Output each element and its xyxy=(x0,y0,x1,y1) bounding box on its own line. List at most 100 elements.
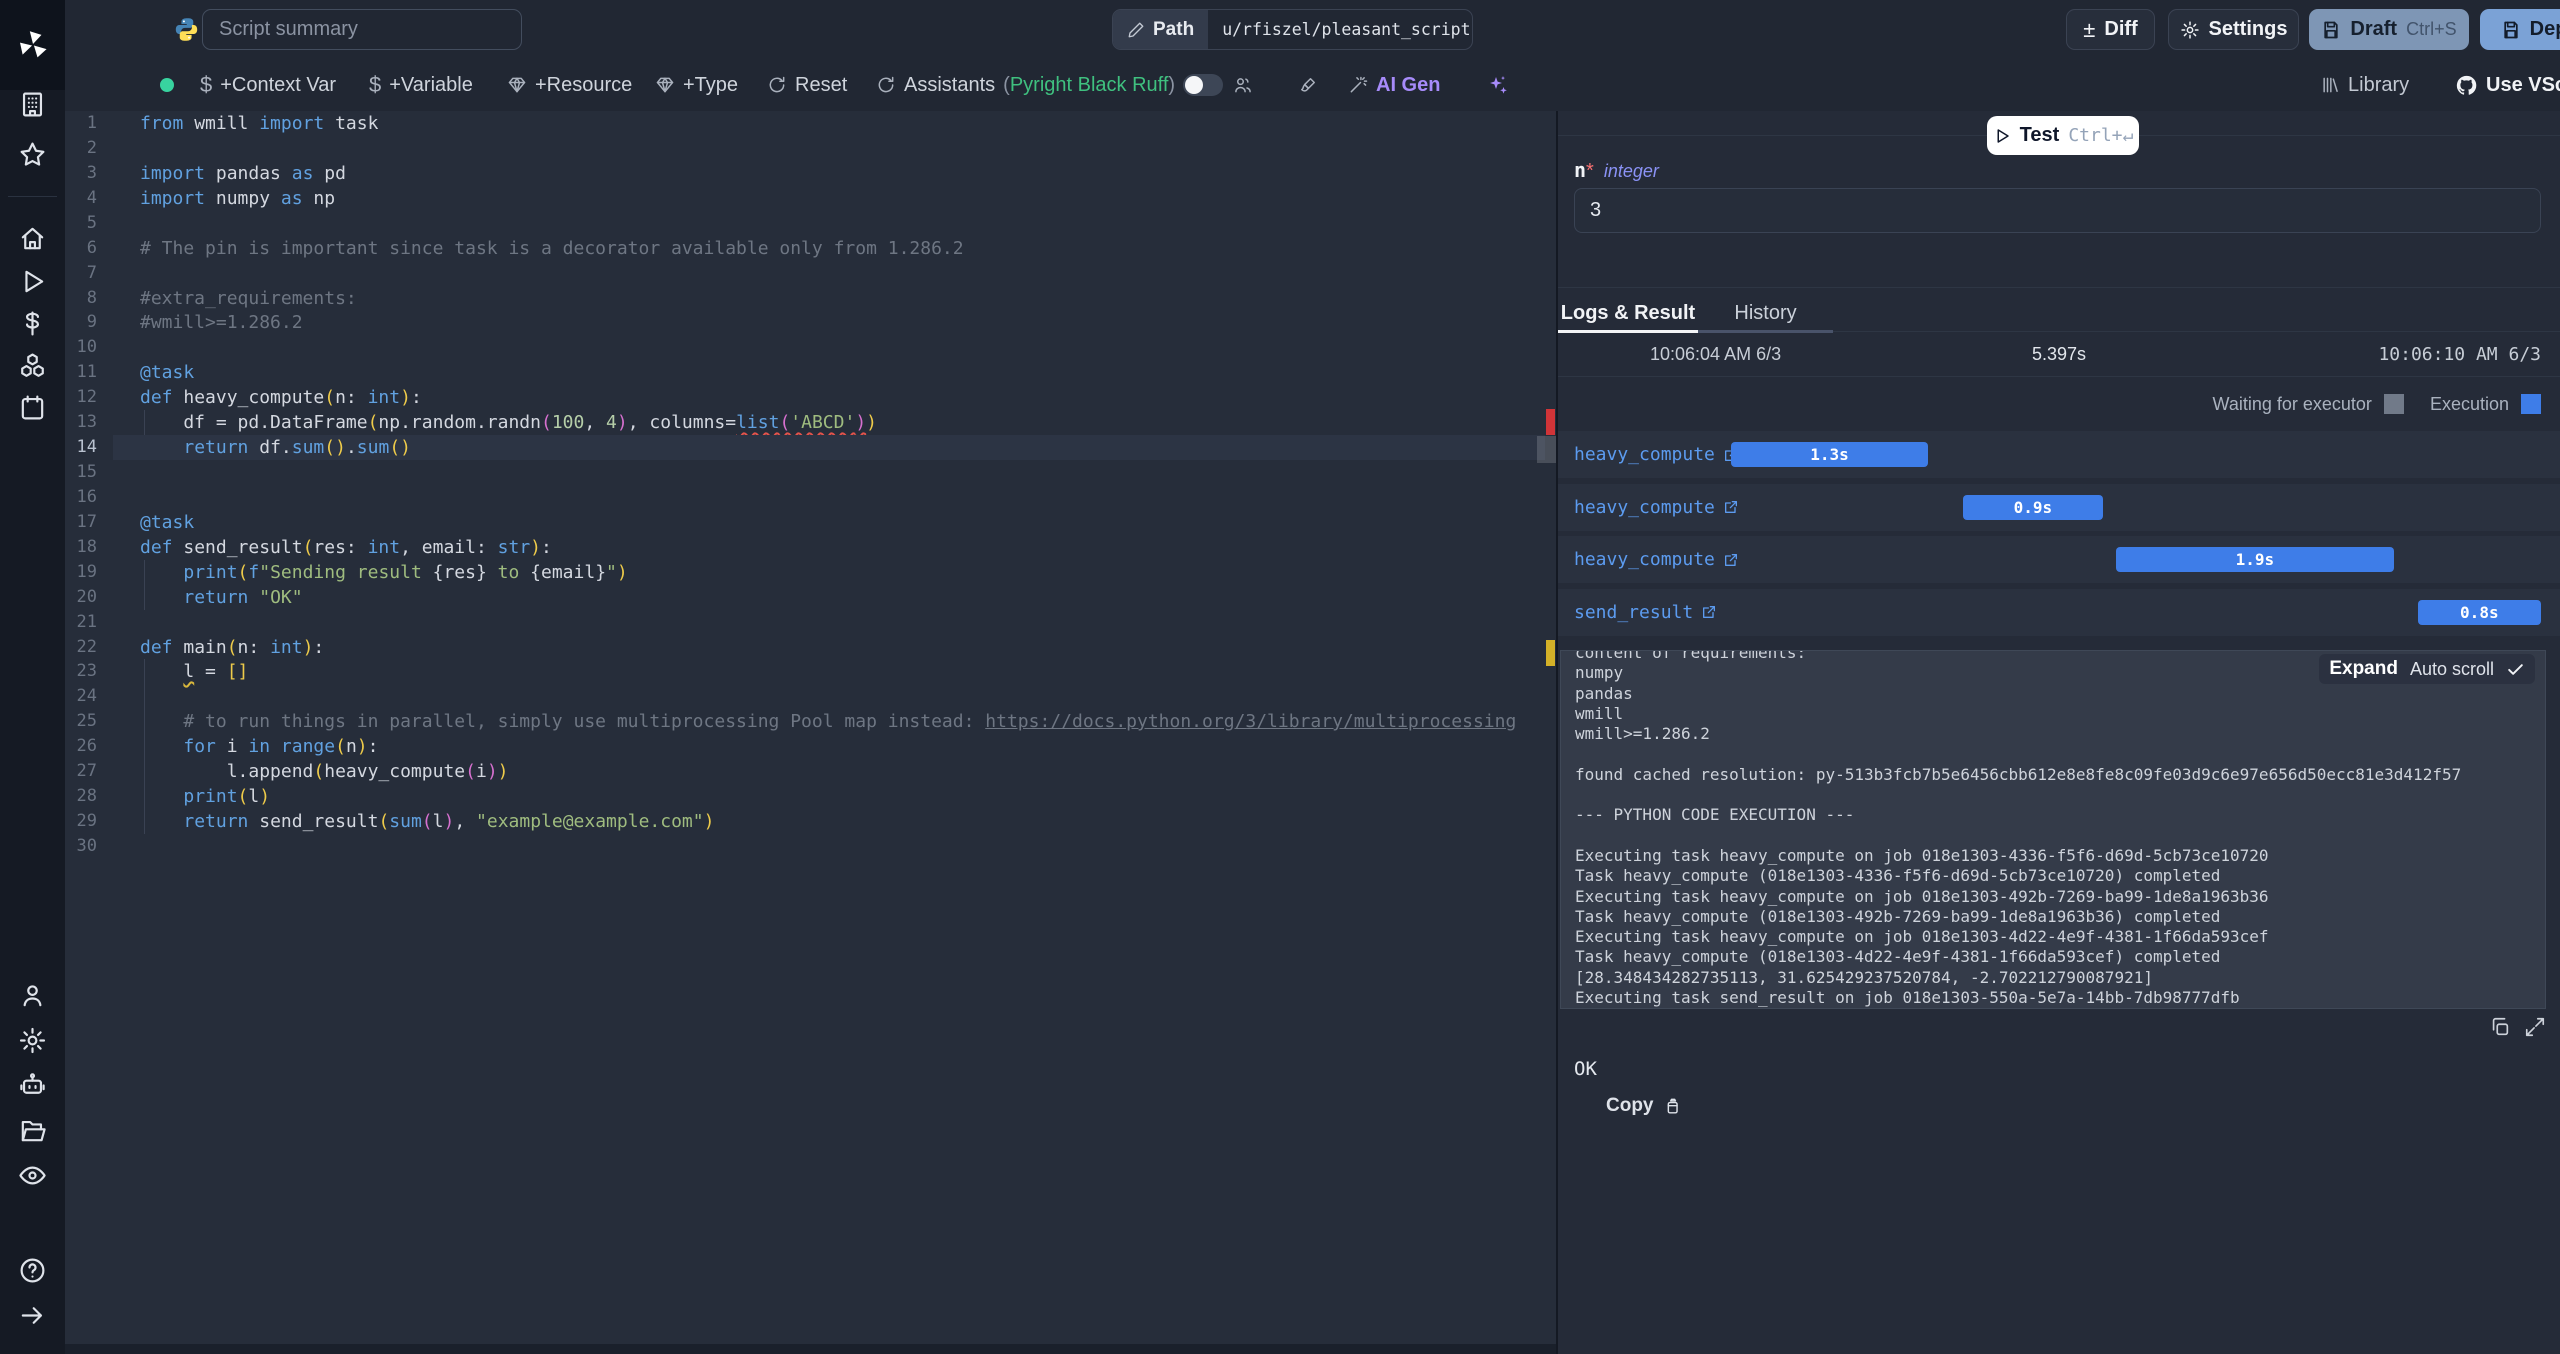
eye-icon[interactable] xyxy=(18,1161,47,1190)
duration-bar[interactable]: 0.9s xyxy=(1962,494,2104,520)
code-line[interactable]: 13 df = pd.DataFrame(np.random.randn(100… xyxy=(65,410,1545,435)
line-number: 12 xyxy=(76,387,97,407)
buildings-icon[interactable] xyxy=(18,90,47,119)
resources-icon[interactable] xyxy=(18,351,47,380)
toggle-switch[interactable] xyxy=(1183,74,1223,96)
robot-icon[interactable] xyxy=(18,1071,47,1100)
code-line[interactable]: 21 xyxy=(65,610,1545,635)
deploy-button[interactable]: Deploy xyxy=(2480,9,2560,50)
code-text: import pandas as pd xyxy=(140,163,346,184)
code-line[interactable]: 30 xyxy=(65,834,1545,859)
arrow-right-icon[interactable] xyxy=(18,1301,47,1330)
code-line[interactable]: 15 xyxy=(65,460,1545,485)
line-number: 29 xyxy=(76,811,97,831)
ai-gen-button[interactable]: AI Gen xyxy=(1348,59,1440,111)
script-summary-input[interactable] xyxy=(202,9,522,50)
add-type-button[interactable]: +Type xyxy=(655,59,738,111)
draft-button[interactable]: Draft Ctrl+S xyxy=(2309,9,2469,50)
task-link[interactable]: send_result xyxy=(1574,589,1717,636)
code-line[interactable]: 27 l.append(heavy_compute(i)) xyxy=(65,759,1545,784)
code-text: print(l) xyxy=(183,786,271,807)
duration-bar[interactable]: 1.9s xyxy=(2116,547,2394,572)
gear-icon[interactable] xyxy=(18,1026,47,1055)
users-icon[interactable] xyxy=(1233,59,1253,111)
code-line[interactable]: 11 @task xyxy=(65,360,1545,385)
dollar-icon[interactable] xyxy=(18,309,47,338)
duration-bar[interactable]: 0.8s xyxy=(2417,599,2541,625)
user-icon[interactable] xyxy=(18,981,47,1010)
code-line[interactable]: 14 return df.sum().sum() xyxy=(65,435,1545,460)
line-number: 28 xyxy=(76,786,97,806)
code-editor[interactable]: 1 from wmill import task 2 3 import pandas a… xyxy=(65,111,1556,1344)
scrollbar-thumb[interactable] xyxy=(1537,436,1556,463)
star-icon[interactable] xyxy=(18,140,47,169)
code-text: df = pd.DataFrame(np.random.randn(100, 4… xyxy=(140,412,878,433)
assistants-langs: Pyright Black Ruff xyxy=(1009,73,1169,96)
code-line[interactable]: 23 l = [] xyxy=(65,659,1545,684)
use-vscode-button[interactable]: Use VScode xyxy=(2455,59,2560,111)
code-line[interactable]: 7 xyxy=(65,261,1545,286)
expand-icon[interactable] xyxy=(2524,1016,2546,1038)
help-icon[interactable] xyxy=(18,1256,47,1285)
log-output-box[interactable]: content of requirements: numpy pandas wm… xyxy=(1560,650,2546,1009)
code-line[interactable]: 9 #wmill>=1.286.2 xyxy=(65,310,1545,335)
code-line[interactable]: 29 return send_result(sum(l), "example@e… xyxy=(65,809,1545,834)
task-link[interactable]: heavy_compute xyxy=(1574,484,1739,531)
test-button[interactable]: Test Ctrl+↵ xyxy=(1987,116,2139,155)
clipboard-icon xyxy=(1662,1097,1681,1116)
argument-n-input[interactable] xyxy=(1574,188,2541,233)
clipboard-icon[interactable] xyxy=(2489,1016,2511,1038)
code-line[interactable]: 3 import pandas as pd xyxy=(65,161,1545,186)
tab-logs-result[interactable]: Logs & Result xyxy=(1558,297,1698,333)
code-line[interactable]: 22 def main(n: int): xyxy=(65,635,1545,660)
duration-bar[interactable]: 1.3s xyxy=(1731,442,1928,467)
play-icon[interactable] xyxy=(18,267,47,296)
copy-button[interactable]: Copy xyxy=(1600,1094,1687,1118)
code-line[interactable]: 26 for i in range(n): xyxy=(65,734,1545,759)
code-line[interactable]: 12 def heavy_compute(n: int): xyxy=(65,385,1545,410)
code-line[interactable]: 1 from wmill import task xyxy=(65,111,1545,136)
folder-icon[interactable] xyxy=(18,1116,47,1145)
check-icon[interactable] xyxy=(2506,660,2525,679)
code-line[interactable]: 24 xyxy=(65,684,1545,709)
code-line[interactable]: 2 xyxy=(65,136,1545,161)
code-line[interactable]: 10 xyxy=(65,335,1545,360)
code-line[interactable]: 4 import numpy as np xyxy=(65,186,1545,211)
code-line[interactable]: 20 return "OK" xyxy=(65,585,1545,610)
save-icon xyxy=(2501,20,2521,40)
code-line[interactable]: 19 print(f"Sending result {res} to {emai… xyxy=(65,560,1545,585)
test-panel: Test Ctrl+↵ n*integer Logs & Result Hist… xyxy=(1558,111,2560,1354)
code-line[interactable]: 6 # The pin is important since task is a … xyxy=(65,236,1545,261)
brush-icon[interactable] xyxy=(1298,59,1318,111)
code-line[interactable]: 16 xyxy=(65,485,1545,510)
reset-button[interactable]: Reset xyxy=(767,59,847,111)
line-number: 26 xyxy=(76,736,97,756)
add-resource-button[interactable]: +Resource xyxy=(507,59,632,111)
task-link[interactable]: heavy_compute xyxy=(1574,431,1739,478)
line-number: 9 xyxy=(86,312,97,332)
code-line[interactable]: 8 #extra_requirements: xyxy=(65,286,1545,311)
windmill-logo[interactable] xyxy=(0,0,65,90)
settings-button[interactable]: Settings xyxy=(2168,9,2299,50)
code-line[interactable]: 25 # to run things in parallel, simply u… xyxy=(65,709,1545,734)
sparkles-icon[interactable] xyxy=(1485,59,1509,111)
code-text: l = [] xyxy=(183,661,249,682)
home-icon[interactable] xyxy=(18,224,47,253)
tab-history[interactable]: History xyxy=(1698,297,1833,333)
expand-button[interactable]: Expand xyxy=(2329,658,2398,680)
run-times-row: 10:06:04 AM 6/3 5.397s 10:06:10 AM 6/3 xyxy=(1558,332,2560,377)
add-context-var-button[interactable]: $ +Context Var xyxy=(200,59,336,111)
code-text: def main(n: int): xyxy=(140,637,325,658)
assistants-button[interactable]: Assistants (Pyright Black Ruff) xyxy=(876,59,1175,111)
code-line[interactable]: 28 print(l) xyxy=(65,784,1545,809)
diff-button[interactable]: ± Diff xyxy=(2066,9,2155,50)
code-line[interactable]: 5 xyxy=(65,211,1545,236)
code-line[interactable]: 17 @task xyxy=(65,510,1545,535)
task-link[interactable]: heavy_compute xyxy=(1574,536,1739,583)
calendar-icon[interactable] xyxy=(18,393,47,422)
code-line[interactable]: 18 def send_result(res: int, email: str): xyxy=(65,535,1545,560)
add-variable-button[interactable]: $ +Variable xyxy=(369,59,473,111)
library-button[interactable]: Library xyxy=(2320,59,2409,111)
path-chip[interactable]: Path u/rfiszel/pleasant_script xyxy=(1112,9,1473,50)
warning-marker xyxy=(1546,640,1555,666)
